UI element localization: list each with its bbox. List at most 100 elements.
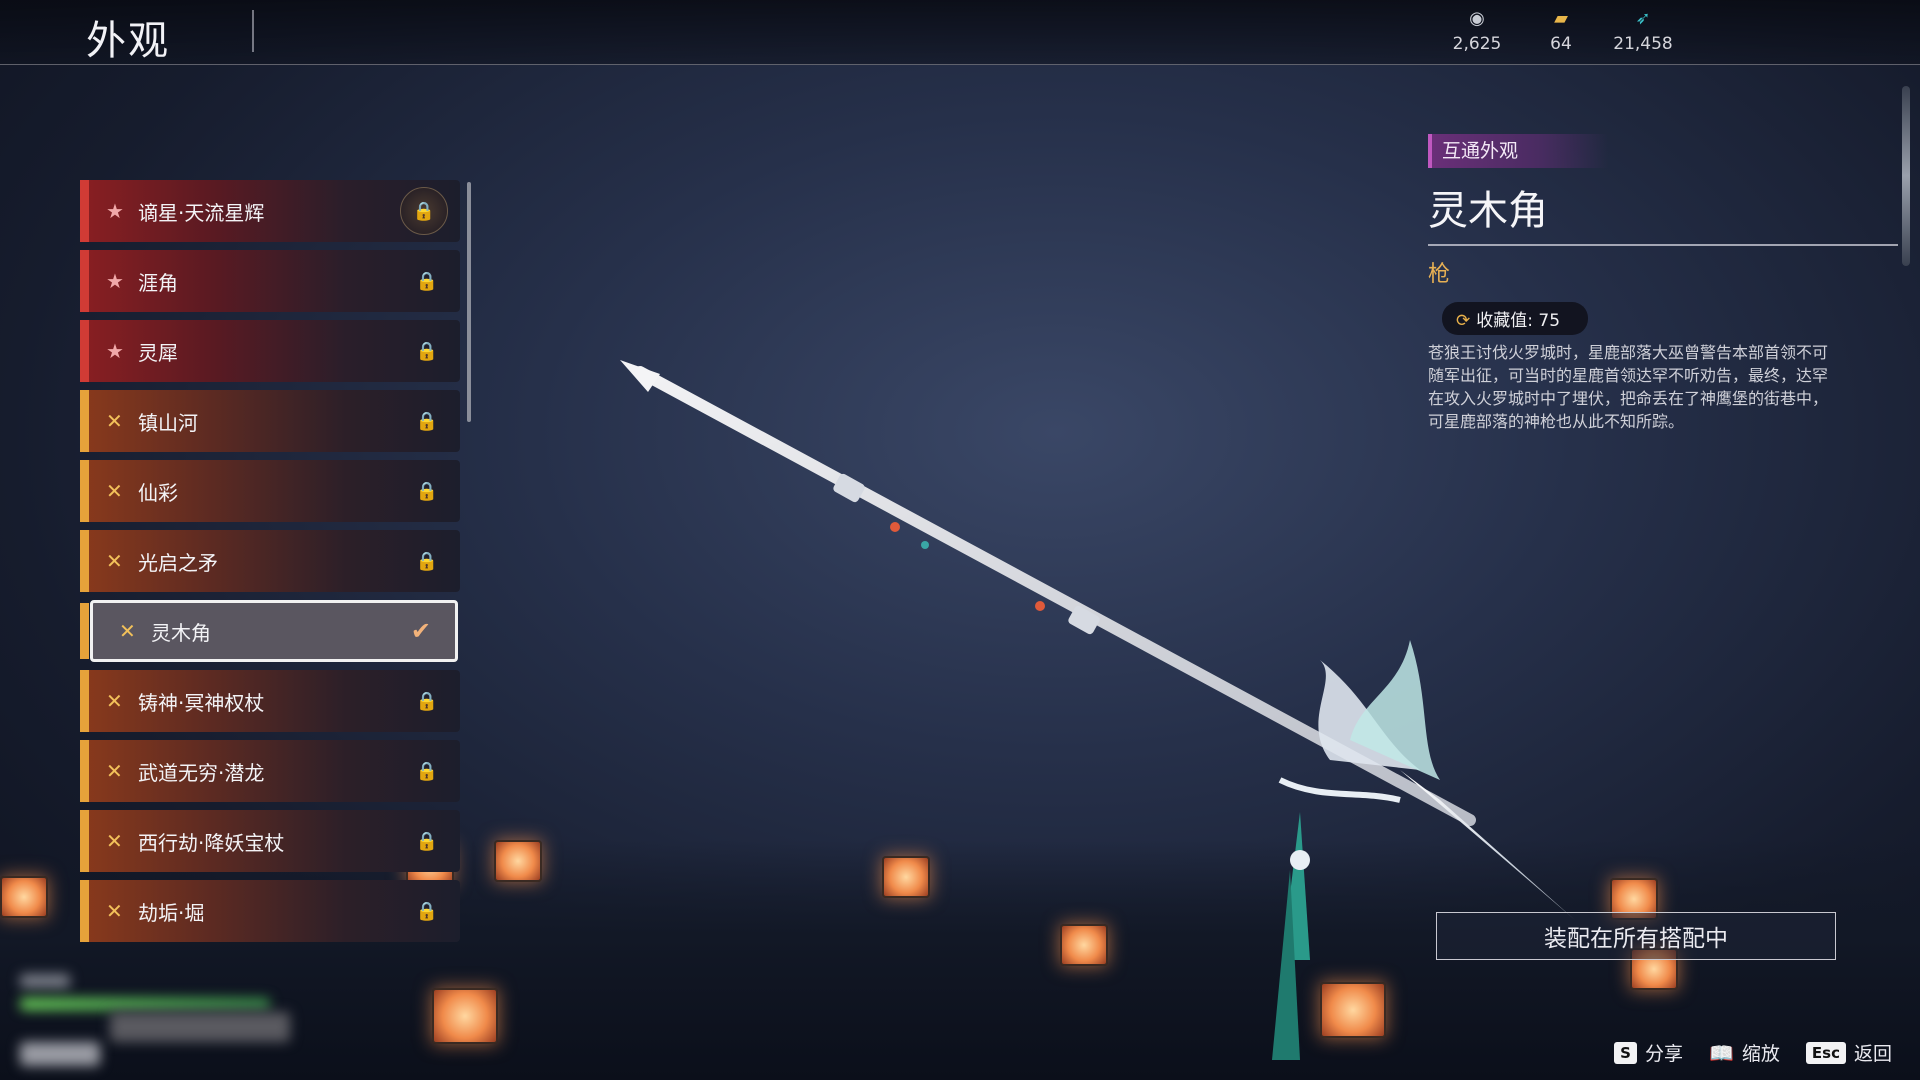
list-item[interactable]: ✕ 劫垢·堀 🔒 [80,880,460,942]
item-name: 谪星·天流星辉 [138,200,265,225]
item-name: 劫垢·堀 [138,900,205,925]
lantern [1320,982,1386,1038]
list-item[interactable]: ✕ 镇山河 🔒 [80,390,460,452]
lantern [882,856,930,898]
esc-key-icon: Esc [1805,1041,1846,1064]
ticket-icon: ▰ [1554,8,1568,29]
list-item[interactable]: ✕ 光启之矛 🔒 [80,530,460,592]
rarity-bar [80,320,89,382]
rarity-bar [80,460,89,522]
lock-icon: 🔒 [415,760,438,782]
lock-icon: 🔒 [415,900,438,922]
detail-panel: 互通外观 灵木角 枪 ⟳ 收藏值: 75 苍狼王讨伐火罗城时，星鹿部落大巫曾警告本… [1428,134,1898,433]
collection-value-badge: ⟳ 收藏值: 75 [1442,302,1589,335]
item-name: 灵犀 [138,340,178,365]
lock-icon: 🔒 [415,690,438,712]
zoom-hint[interactable]: 📖 缩放 [1709,1039,1780,1066]
rarity-bar [80,530,89,592]
item-name: 涯角 [138,270,178,295]
equip-all-button[interactable]: 装配在所有搭配中 [1436,912,1836,960]
item-name: 铸神·冥神权杖 [138,690,265,715]
s-key-icon: S [1614,1041,1637,1064]
cross-icon: ✕ [106,689,123,713]
item-name: 西行劫·降妖宝杖 [138,830,285,855]
rarity-bar [80,880,89,942]
currency-ticket: ▰ 64 [1516,8,1606,54]
rarity-bar [80,603,89,659]
rarity-bar [80,810,89,872]
cross-icon: ✕ [106,759,123,783]
rarity-bar [80,250,89,312]
coin-icon: ◉ [1469,8,1485,29]
list-scrollbar[interactable] [467,182,471,422]
rarity-bar [80,670,89,732]
lock-icon: 🔒 [415,270,438,292]
control-hints: S 分享 📖 缩放 Esc 返回 [1614,1039,1892,1066]
currency-value: 21,458 [1613,34,1673,54]
item-description: 苍狼王讨伐火罗城时，星鹿部落大巫曾警告本部首领不可随军出征，可当时的星鹿首领达罕… [1428,343,1829,431]
list-item[interactable]: ★ 灵犀 🔒 [80,320,460,382]
collection-value: 收藏值: 75 [1476,311,1561,331]
rarity-bar [80,740,89,802]
blurred-hud [20,974,70,988]
lock-icon: 🔒 [415,340,438,362]
book-icon: 📖 [1708,1040,1734,1065]
list-item[interactable]: ✕ 铸神·冥神权杖 🔒 [80,670,460,732]
currency-feather: ➶ 21,458 [1598,8,1688,54]
star-icon: ★ [106,269,124,293]
cross-icon: ✕ [106,549,123,573]
list-item[interactable]: ✕ 仙彩 🔒 [80,460,460,522]
item-name: 镇山河 [138,410,198,435]
blurred-hud [110,1012,290,1042]
list-item[interactable]: ✕ 武道无穷·潜龙 🔒 [80,740,460,802]
check-icon: ✔ [410,617,431,645]
blurred-hud [20,998,270,1010]
item-name: 武道无穷·潜龙 [138,760,265,785]
top-bar: 外观 ◉ 2,625 ▰ 64 ➶ 21,458 [0,0,1920,65]
currency-value: 64 [1550,34,1572,54]
hint-label: 分享 [1644,1043,1683,1065]
rarity-bar [80,180,89,242]
lock-icon: 🔒 [400,187,448,235]
list-item[interactable]: ✕ 西行劫·降妖宝杖 🔒 [80,810,460,872]
rarity-bar [80,390,89,452]
collection-icon: ⟳ [1456,311,1471,331]
item-name: 仙彩 [138,480,178,505]
back-hint[interactable]: Esc 返回 [1805,1039,1892,1066]
cross-icon: ✕ [106,409,123,433]
title-divider [252,10,254,52]
currency-coin: ◉ 2,625 [1432,8,1522,54]
weapon-type: 枪 [1428,262,1451,287]
right-scrollbar[interactable] [1902,86,1910,266]
cross-icon: ✕ [119,619,136,643]
lantern [0,876,48,918]
item-name: 灵木角 [151,620,211,645]
lantern [432,988,498,1044]
crossplay-tag: 互通外观 [1428,134,1609,168]
hint-label: 缩放 [1741,1043,1780,1065]
appearance-list: ★ 谪星·天流星辉 🔒 ★ 涯角 🔒 ★ 灵犀 🔒 ✕ 镇山河 🔒 ✕ 仙彩 🔒… [80,180,460,950]
item-name: 光启之矛 [138,550,218,575]
title-divider [1428,244,1898,246]
lock-icon: 🔒 [415,830,438,852]
list-item-selected[interactable]: ✕ 灵木角 ✔ [80,600,458,662]
feather-icon: ➶ [1635,8,1651,29]
item-title: 灵木角 [1428,188,1548,234]
lock-icon: 🔒 [415,410,438,432]
cross-icon: ✕ [106,899,123,923]
blurred-hud [20,1042,100,1066]
page-title: 外观 [86,18,170,64]
share-hint[interactable]: S 分享 [1614,1039,1683,1066]
list-item[interactable]: ★ 涯角 🔒 [80,250,460,312]
lock-icon: 🔒 [415,550,438,572]
hint-label: 返回 [1853,1043,1892,1065]
list-item[interactable]: ★ 谪星·天流星辉 🔒 [80,180,460,242]
lantern [494,840,542,882]
cross-icon: ✕ [106,829,123,853]
lock-icon: 🔒 [415,480,438,502]
currency-value: 2,625 [1452,34,1502,54]
cross-icon: ✕ [106,479,123,503]
star-icon: ★ [106,199,124,223]
star-icon: ★ [106,339,124,363]
lantern [1060,924,1108,966]
